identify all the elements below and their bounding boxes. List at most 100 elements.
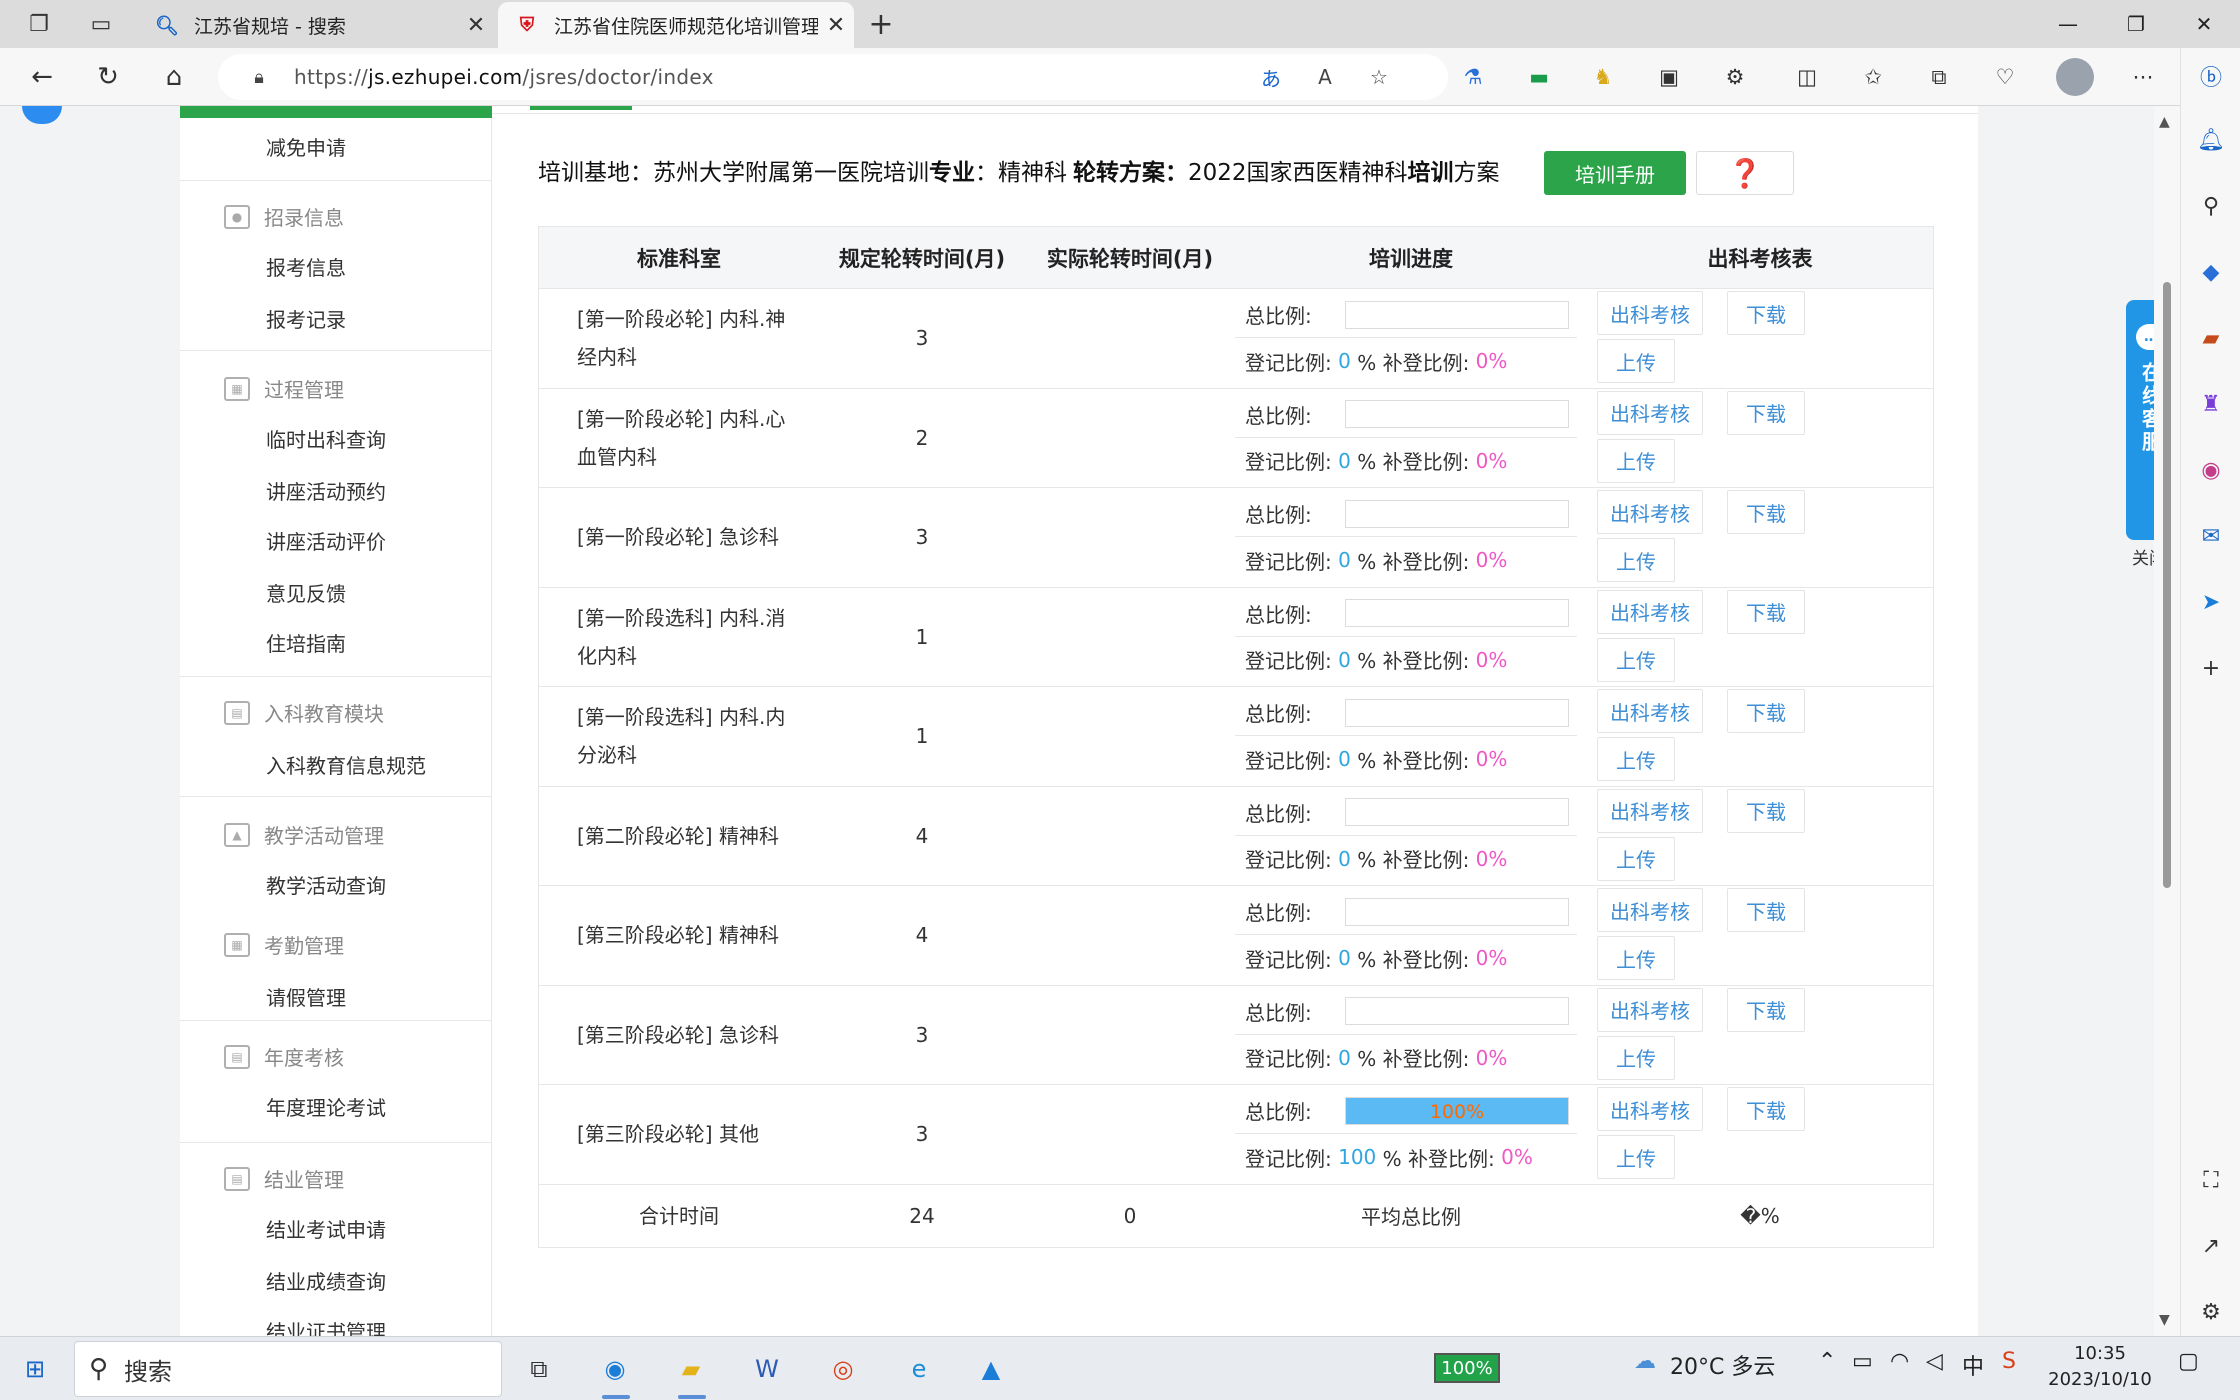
- file-explorer-icon[interactable]: ▰: [670, 1349, 712, 1389]
- favorites-icon[interactable]: ✩: [1856, 60, 1890, 94]
- task-view-icon[interactable]: ⧉: [518, 1349, 560, 1389]
- download-button[interactable]: 下载: [1727, 390, 1805, 435]
- help-button[interactable]: ❓: [1696, 151, 1794, 195]
- sidebar-group-attendance[interactable]: ▦ 考勤管理: [224, 930, 344, 959]
- sidebar-item-orientation-info[interactable]: 入科教育信息规范: [266, 750, 426, 779]
- tab-search[interactable]: 🔍︎ 江苏省规培 - 搜索 ✕: [138, 2, 494, 48]
- download-button[interactable]: 下载: [1727, 689, 1805, 733]
- exam-button[interactable]: 出科考核: [1597, 689, 1703, 733]
- download-button[interactable]: 下载: [1727, 1087, 1805, 1131]
- back-icon[interactable]: ←: [22, 59, 62, 95]
- taskbar-search[interactable]: ⚲ 搜索: [74, 1341, 502, 1397]
- sidebar-item-temp-query[interactable]: 临时出科查询: [266, 424, 386, 453]
- exam-button[interactable]: 出科考核: [1597, 1087, 1703, 1131]
- sidebar-group-enrollment[interactable]: ● 招录信息: [224, 202, 344, 231]
- profile-avatar[interactable]: [2056, 58, 2094, 96]
- download-button[interactable]: 下载: [1727, 291, 1805, 335]
- restore-icon[interactable]: ❐: [2102, 0, 2170, 48]
- sidebar-group-annual[interactable]: ▤ 年度考核: [224, 1042, 344, 1071]
- search-icon[interactable]: ⚲: [2195, 190, 2227, 222]
- sidebar-item-guide[interactable]: 住培指南: [266, 628, 346, 657]
- sidebar-item-leave[interactable]: 请假管理: [266, 982, 346, 1011]
- shopping-icon[interactable]: ◆: [2195, 256, 2227, 288]
- split-screen-icon[interactable]: ◫: [1790, 60, 1824, 94]
- battery-indicator[interactable]: 100%: [1434, 1353, 1500, 1383]
- edge-app-icon[interactable]: ◉: [594, 1349, 636, 1389]
- read-aloud-icon[interactable]: A: [1308, 62, 1342, 92]
- upload-button[interactable]: 上传: [1597, 438, 1675, 483]
- translate-icon[interactable]: あ: [1254, 62, 1288, 92]
- minimize-icon[interactable]: —: [2034, 0, 2102, 48]
- screenshot-icon[interactable]: ⛶: [2195, 1164, 2227, 1196]
- performance-icon[interactable]: ♡: [1988, 60, 2022, 94]
- sidebar-item-teaching-query[interactable]: 教学活动查询: [266, 870, 386, 899]
- send-icon[interactable]: ➤: [2195, 586, 2227, 618]
- edge-legacy-icon[interactable]: e: [898, 1349, 940, 1389]
- star-icon[interactable]: ☆: [1362, 62, 1396, 92]
- download-button[interactable]: 下载: [1727, 490, 1805, 534]
- volume-icon[interactable]: ◁: [1926, 1349, 1943, 1374]
- word-app-icon[interactable]: W: [746, 1349, 788, 1389]
- sidebar-item-grad-exam[interactable]: 结业考试申请: [266, 1214, 386, 1243]
- exam-button[interactable]: 出科考核: [1597, 390, 1703, 435]
- sidebar-item-grad-score[interactable]: 结业成绩查询: [266, 1266, 386, 1295]
- url-field[interactable]: 🔒︎ https://js.ezhupei.com/jsres/doctor/i…: [218, 54, 1448, 100]
- sidebar-item-lecture-booking[interactable]: 讲座活动预约: [266, 476, 386, 505]
- windows-start-icon[interactable]: ⊞: [14, 1349, 56, 1389]
- exam-button[interactable]: 出科考核: [1597, 291, 1703, 335]
- download-button[interactable]: 下载: [1727, 589, 1805, 634]
- office-icon[interactable]: ◉: [2195, 454, 2227, 486]
- upload-button[interactable]: 上传: [1597, 1135, 1675, 1179]
- games-icon[interactable]: ♜: [2195, 388, 2227, 420]
- upload-button[interactable]: 上传: [1597, 538, 1675, 582]
- upload-button[interactable]: 上传: [1597, 936, 1675, 980]
- notification-center-icon[interactable]: ▢: [2178, 1349, 2199, 1374]
- exam-button[interactable]: 出科考核: [1597, 888, 1703, 932]
- extension-icon[interactable]: ⚗: [1456, 60, 1490, 94]
- tab-platform[interactable]: ⛨ 江苏省住院医师规范化培训管理平台 ✕: [498, 2, 854, 48]
- sidebar-item-fee-waiver[interactable]: 减免申请: [266, 132, 346, 161]
- weather-icon[interactable]: ☁: [1634, 1349, 1656, 1374]
- sidebar-group-orientation[interactable]: ▤ 入科教育模块: [224, 698, 384, 727]
- sidebar-item-feedback[interactable]: 意见反馈: [266, 578, 346, 607]
- chrome-app-icon[interactable]: ◎: [822, 1349, 864, 1389]
- add-icon[interactable]: +: [2195, 652, 2227, 684]
- scroll-down-icon[interactable]: ▼: [2159, 1312, 2170, 1328]
- sidebar-item-annual-exam[interactable]: 年度理论考试: [266, 1092, 386, 1121]
- extensions-icon[interactable]: ⚙: [1718, 60, 1752, 94]
- home-icon[interactable]: ⌂: [154, 59, 194, 95]
- upload-button[interactable]: 上传: [1597, 637, 1675, 682]
- close-tab-icon[interactable]: ✕: [818, 13, 854, 38]
- download-button[interactable]: 下载: [1727, 987, 1805, 1032]
- chat-bubble-icon[interactable]: [22, 106, 62, 124]
- antivirus-icon[interactable]: S: [2002, 1349, 2016, 1374]
- battery-tray-icon[interactable]: ▭: [1852, 1349, 1873, 1374]
- scroll-up-icon[interactable]: ▲: [2159, 114, 2170, 130]
- bing-copilot-icon[interactable]: ⓑ: [2195, 60, 2227, 92]
- refresh-icon[interactable]: ↻: [88, 59, 128, 95]
- download-button[interactable]: 下载: [1727, 888, 1805, 932]
- extension-puppet-icon[interactable]: ♞: [1586, 60, 1620, 94]
- page-scrollbar[interactable]: ▲ ▼: [2154, 106, 2180, 1336]
- scroll-thumb[interactable]: [2163, 282, 2171, 888]
- exam-button[interactable]: 出科考核: [1597, 589, 1703, 634]
- tab-actions-icon[interactable]: ▭: [84, 8, 118, 40]
- sidebar-item-lecture-review[interactable]: 讲座活动评价: [266, 526, 386, 555]
- sidebar-item-exam-records[interactable]: 报考记录: [266, 304, 346, 333]
- close-tab-icon[interactable]: ✕: [458, 13, 494, 38]
- system-clock[interactable]: 10:35 2023/10/10: [2040, 1341, 2160, 1393]
- sidebar-group-teaching[interactable]: ▲ 教学活动管理: [224, 820, 384, 849]
- exam-button[interactable]: 出科考核: [1597, 987, 1703, 1032]
- sidebar-group-graduation[interactable]: ▤ 结业管理: [224, 1164, 344, 1193]
- ime-indicator[interactable]: 中: [1962, 1349, 1984, 1381]
- photos-app-icon[interactable]: ▲: [970, 1349, 1012, 1389]
- close-window-icon[interactable]: ✕: [2170, 0, 2238, 48]
- training-manual-button[interactable]: 培训手册: [1544, 151, 1686, 195]
- more-icon[interactable]: ⋯: [2126, 60, 2160, 94]
- extension-green-icon[interactable]: ▬: [1522, 60, 1556, 94]
- tray-expand-icon[interactable]: ⌃: [1818, 1349, 1836, 1374]
- upload-button[interactable]: 上传: [1597, 1035, 1675, 1080]
- new-tab-button[interactable]: +: [864, 7, 898, 42]
- exam-button[interactable]: 出科考核: [1597, 490, 1703, 534]
- wifi-icon[interactable]: ◠: [1890, 1349, 1909, 1374]
